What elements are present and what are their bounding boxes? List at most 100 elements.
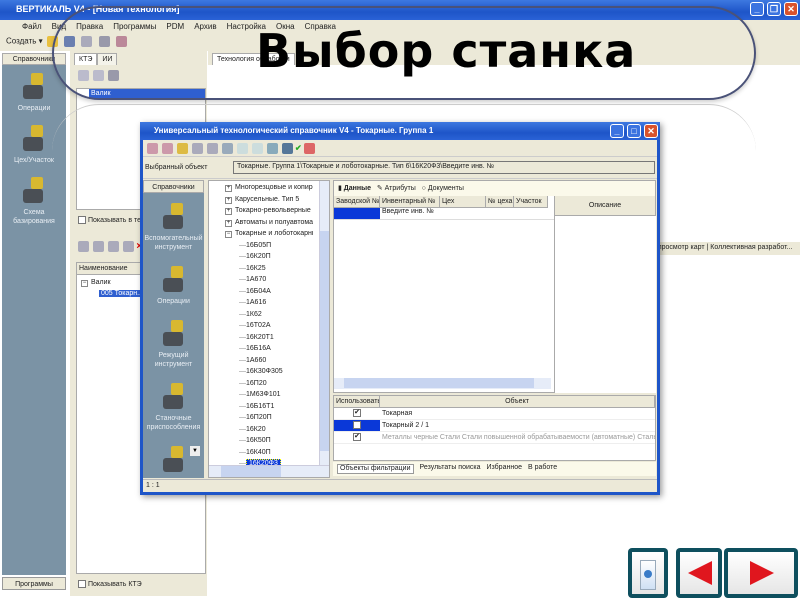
tree-item-machine[interactable]: —1А616 — [225, 297, 313, 309]
tab-collective[interactable]: Коллективная разработ... — [710, 244, 792, 251]
tree-item-machine[interactable]: —1А670 — [225, 274, 313, 286]
menu-file[interactable]: Файл — [22, 22, 42, 34]
create-button[interactable]: Создать ▾ — [6, 37, 43, 46]
list-icon[interactable] — [93, 70, 104, 81]
use-checkbox[interactable]: ✔ — [353, 433, 361, 442]
tree-group[interactable]: −Токарные и лоботокарные. Т... — [225, 228, 313, 240]
minimize-button[interactable]: _ — [750, 2, 764, 16]
sidebar-scroll-down-button[interactable]: ▼ — [190, 446, 200, 456]
sidebar-item-operations[interactable]: Операции — [143, 266, 204, 306]
sidebar-item-operations[interactable]: Операции — [2, 73, 66, 113]
cell-inventory-no[interactable]: Введите инв. № — [380, 208, 440, 219]
selected-object-field[interactable]: Токарные. Группа 1\Токарные и лоботокарн… — [233, 161, 655, 174]
expand-icon[interactable]: + — [225, 208, 232, 215]
sidebar-item-workshop[interactable]: Цех/Участок — [2, 125, 66, 165]
next-slide-button[interactable] — [724, 548, 798, 598]
tree-item-machine[interactable]: —16Б16Т1 — [225, 401, 313, 413]
cell-factory-no[interactable] — [334, 208, 380, 219]
tree-item-machine[interactable]: —16Б04А — [225, 286, 313, 298]
cut-icon[interactable] — [81, 36, 93, 47]
show-kte-checkbox[interactable]: Показывать КТЭ — [78, 580, 142, 588]
col-factory-no[interactable]: Заводской № — [334, 196, 380, 208]
sidebar-item-fixture-scheme[interactable]: Схема базирования — [2, 177, 66, 226]
sidebar-item-aux-tool[interactable]: Вспомогательный инструмент — [143, 203, 204, 252]
find-icon[interactable] — [108, 70, 119, 81]
dialog-sidebar-header[interactable]: Справочники — [143, 180, 204, 193]
expand-icon[interactable]: + — [225, 185, 232, 192]
restore-button[interactable]: ❐ — [767, 2, 781, 16]
tree-group[interactable]: + Карусельные. Тип 5 — [225, 194, 313, 206]
menu-view[interactable]: Вид — [52, 22, 66, 34]
expand-icon[interactable]: + — [225, 196, 232, 204]
tree-item-machine[interactable]: —16Б05П — [225, 240, 313, 252]
col-object[interactable]: Объект — [380, 396, 655, 408]
expand-icon[interactable]: − — [225, 231, 232, 238]
save-icon[interactable] — [282, 143, 293, 154]
use-checkbox[interactable] — [353, 421, 361, 430]
open-icon[interactable] — [46, 36, 58, 47]
back-icon[interactable] — [147, 143, 158, 154]
tree-item-machine[interactable]: —16Т02А — [225, 320, 313, 332]
forward-icon[interactable] — [162, 143, 173, 154]
col-use[interactable]: Использовать — [334, 396, 380, 408]
tab-data[interactable]: ▮ Данные — [338, 185, 371, 192]
previous-slide-button[interactable] — [676, 548, 722, 598]
tab-filter-objects[interactable]: Объекты фильтрации — [337, 464, 414, 474]
tab-ii[interactable]: ИИ — [97, 53, 118, 65]
menu-edit[interactable]: Правка — [76, 22, 103, 34]
col-workshop-no[interactable]: № цеха — [486, 196, 514, 208]
nav-next-icon[interactable] — [252, 143, 263, 154]
use-checkbox[interactable]: ✔ — [353, 409, 361, 418]
tree-item-machine[interactable]: —16К30Ф305 — [225, 366, 313, 378]
move-icon[interactable] — [108, 241, 119, 252]
menu-archive[interactable]: Архив — [194, 22, 216, 34]
menu-pdm[interactable]: PDM — [166, 22, 184, 34]
paste-icon[interactable] — [115, 36, 127, 47]
dialog-close-button[interactable]: ✕ — [644, 124, 658, 138]
menu-settings[interactable]: Настройка — [227, 22, 266, 34]
apply-check-icon[interactable]: ✔ — [295, 144, 302, 153]
copy-icon[interactable] — [98, 36, 110, 47]
print-icon[interactable] — [207, 143, 218, 154]
dialog-maximize-button[interactable]: □ — [627, 124, 641, 138]
tab-favorites[interactable]: Избранное — [487, 464, 522, 474]
refresh-icon[interactable] — [267, 143, 278, 154]
left-panel-header[interactable]: Справочники — [2, 53, 66, 65]
tree-vscrollbar[interactable] — [319, 181, 329, 465]
tab-search-results[interactable]: Результаты поиска — [420, 464, 481, 474]
search-icon[interactable] — [222, 143, 233, 154]
filter-icon[interactable] — [177, 143, 188, 154]
col-section[interactable]: Участок — [514, 196, 548, 208]
tree-group[interactable]: +Токарно-револьверные полуа... — [225, 205, 313, 217]
filter-row[interactable]: ✔ Токарная — [334, 408, 655, 420]
sidebar-item-cutting-tool[interactable]: Режущий инструмент — [143, 320, 204, 369]
col-workshop[interactable]: Цех — [440, 196, 486, 208]
filter-row[interactable]: Токарный 2 / 1 — [334, 420, 655, 432]
add-child-icon[interactable] — [93, 241, 104, 252]
menu-programs[interactable]: Программы — [113, 22, 156, 34]
list-icon[interactable] — [192, 143, 203, 154]
nav-first-icon[interactable] — [237, 143, 248, 154]
menu-help[interactable]: Справка — [305, 22, 336, 34]
close-button[interactable]: ✕ — [784, 2, 798, 16]
tree-item-machine[interactable]: —16К40П — [225, 447, 313, 459]
tree-item-valik[interactable]: Валик — [89, 89, 205, 99]
dialog-minimize-button[interactable]: _ — [610, 124, 624, 138]
tab-kte[interactable]: КТЭ — [74, 53, 98, 65]
tree-item-machine[interactable]: —16К25 — [225, 263, 313, 275]
tree-item-machine[interactable]: —16К20 — [225, 424, 313, 436]
menu-windows[interactable]: Окна — [276, 22, 295, 34]
tree-item-machine[interactable]: —1К62 — [225, 309, 313, 321]
tree-item-machine[interactable]: —1М63Ф101 — [225, 389, 313, 401]
programs-button[interactable]: Программы — [2, 577, 66, 590]
tab-in-work[interactable]: В работе — [528, 464, 557, 474]
sort-icon[interactable] — [123, 241, 134, 252]
tree-item-machine[interactable]: —16К50П — [225, 435, 313, 447]
data-hscrollbar[interactable] — [334, 378, 551, 389]
tab-attributes[interactable]: ✎ Атрибуты — [377, 185, 416, 192]
save-icon[interactable] — [64, 36, 76, 47]
col-inventory-no[interactable]: Инвентарный № — [380, 196, 440, 208]
filter-row[interactable]: ✔ Металлы черные Стали Стали повышенной о… — [334, 432, 655, 444]
exit-icon[interactable] — [303, 143, 315, 154]
expand-icon[interactable]: + — [225, 219, 232, 227]
